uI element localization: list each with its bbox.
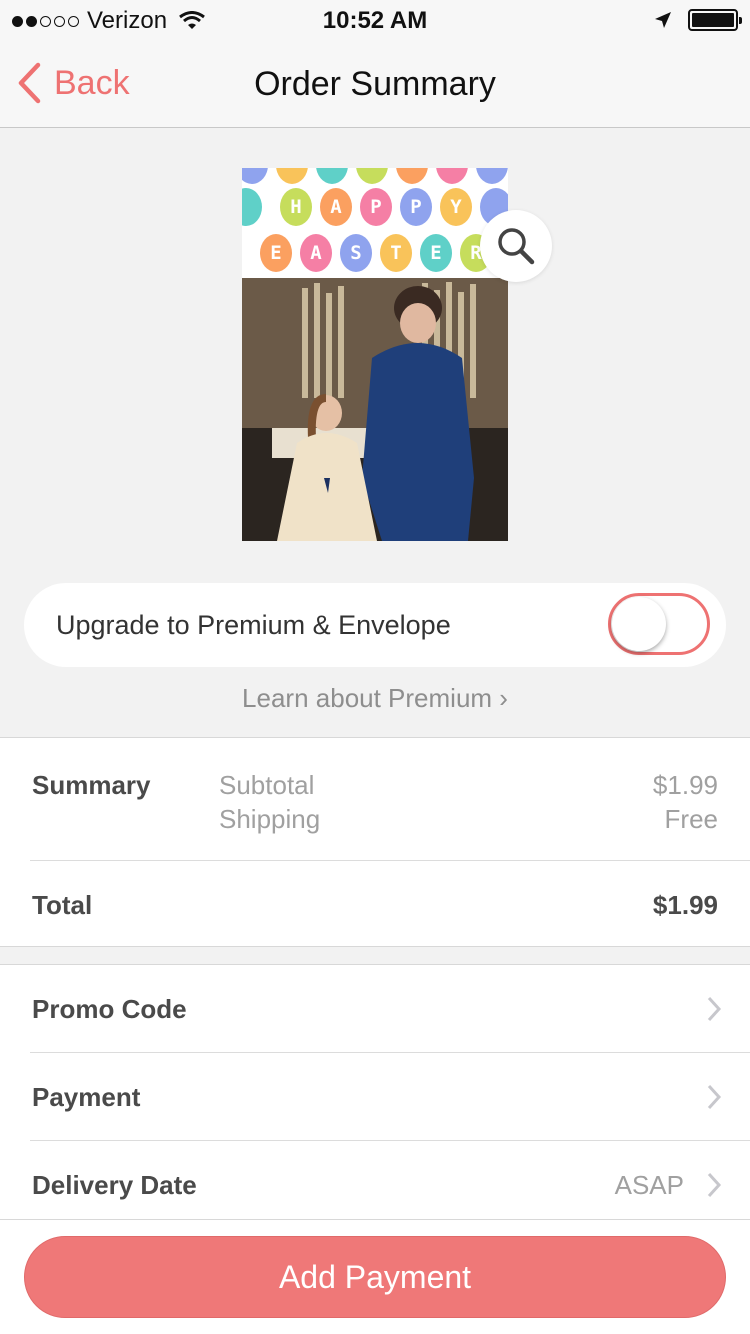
chevron-right-icon xyxy=(707,996,722,1022)
egg-letter: A xyxy=(320,188,352,226)
magnifier-icon xyxy=(498,228,535,265)
egg-letter: P xyxy=(360,188,392,226)
egg-decoration xyxy=(316,168,348,184)
card-preview[interactable]: HAPPYEASTER xyxy=(242,168,508,541)
payment-row[interactable]: Payment xyxy=(0,1053,750,1141)
delivery-date-row[interactable]: Delivery Date ASAP xyxy=(0,1141,750,1229)
card-greeting-banner: HAPPYEASTER xyxy=(242,168,508,278)
egg-letter: H xyxy=(280,188,312,226)
summary-values: $1.99 Free xyxy=(653,768,718,836)
egg-decoration xyxy=(476,168,508,184)
egg-decoration xyxy=(242,188,262,226)
upgrade-premium-row: Upgrade to Premium & Envelope xyxy=(24,583,726,667)
page-title: Order Summary xyxy=(254,65,496,103)
delivery-date-value: ASAP xyxy=(614,1170,684,1200)
egg-letter: P xyxy=(400,188,432,226)
egg-decoration xyxy=(356,168,388,184)
navigation-bar: Back Order Summary xyxy=(0,40,750,128)
egg-decoration xyxy=(396,168,428,184)
learn-about-premium-link[interactable]: Learn about Premium › xyxy=(0,683,750,714)
egg-decoration xyxy=(436,168,468,184)
egg-letter: E xyxy=(260,234,292,272)
toggle-knob xyxy=(612,597,666,651)
order-summary-section: Summary Subtotal Shipping $1.99 Free Tot… xyxy=(0,737,750,947)
battery-icon xyxy=(688,9,742,31)
total-label: Total xyxy=(32,890,93,920)
shipping-label: Shipping xyxy=(219,804,321,834)
promo-code-row[interactable]: Promo Code xyxy=(0,965,750,1053)
egg-letter: A xyxy=(300,234,332,272)
egg-decoration xyxy=(242,168,268,184)
total-value: $1.99 xyxy=(652,890,718,920)
egg-letter: E xyxy=(420,234,452,272)
egg-letter: T xyxy=(380,234,412,272)
zoom-button[interactable] xyxy=(480,210,552,282)
chevron-right-icon xyxy=(707,1084,722,1110)
checkout-options-list: Promo Code Payment Delivery Date ASAP xyxy=(0,964,750,1219)
subtotal-label: Subtotal xyxy=(219,770,315,800)
upgrade-premium-label: Upgrade to Premium & Envelope xyxy=(56,609,451,640)
payment-label: Payment xyxy=(32,1082,141,1112)
shipping-value: Free xyxy=(664,804,718,834)
summary-labels: Subtotal Shipping xyxy=(219,768,320,836)
status-time: 10:52 AM xyxy=(322,7,428,34)
upgrade-premium-toggle[interactable] xyxy=(608,593,710,655)
divider xyxy=(30,860,750,861)
egg-letter: Y xyxy=(440,188,472,226)
promo-code-label: Promo Code xyxy=(32,994,187,1024)
status-bar: Verizon 10:52 AM xyxy=(0,0,750,40)
add-payment-button[interactable]: Add Payment xyxy=(24,1236,726,1318)
subtotal-value: $1.99 xyxy=(652,770,718,800)
egg-letter: S xyxy=(340,234,372,272)
summary-title: Summary xyxy=(32,770,151,800)
card-photo xyxy=(242,278,508,541)
egg-decoration xyxy=(276,168,308,184)
bottom-bar: Add Payment xyxy=(0,1219,750,1334)
chevron-right-icon xyxy=(707,1172,722,1198)
photo-illustration xyxy=(242,278,508,541)
delivery-date-label: Delivery Date xyxy=(32,1170,197,1200)
location-arrow-icon xyxy=(655,12,671,28)
